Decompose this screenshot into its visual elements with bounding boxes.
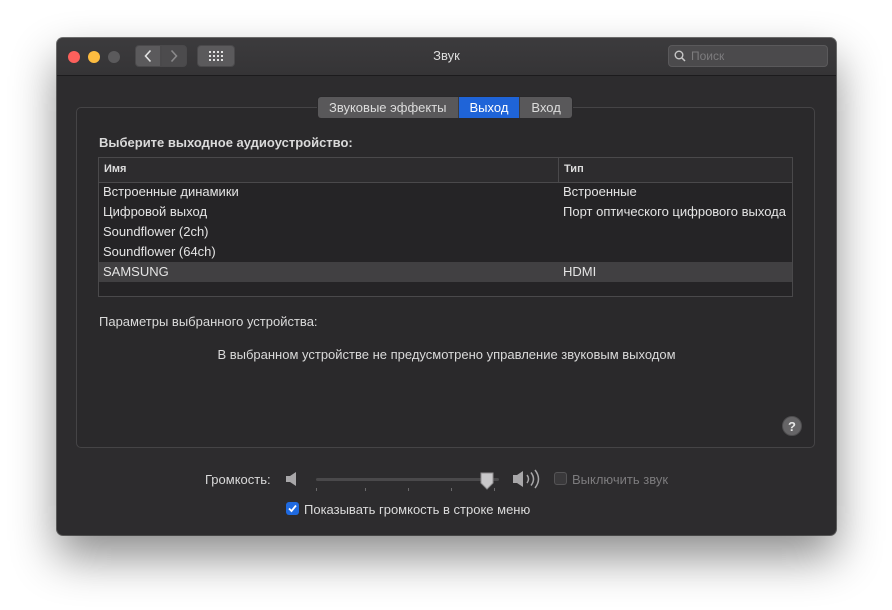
device-name: Встроенные динамики [103, 184, 239, 199]
device-name: Soundflower (2ch) [103, 224, 209, 239]
slider-tick [316, 488, 317, 491]
tab-output[interactable]: Выход [458, 97, 521, 118]
mute-checkbox[interactable] [554, 472, 567, 485]
volume-label: Громкость: [205, 472, 271, 487]
search-icon [674, 50, 686, 62]
sound-preferences-window: Звук Поиск Звуковые эффекты Выход Вход В… [57, 38, 836, 535]
no-control-message: В выбранном устройстве не предусмотрено … [217, 347, 676, 362]
table-row[interactable]: Встроенные динамики Встроенные [99, 182, 792, 202]
device-name: SAMSUNG [103, 264, 169, 279]
column-header-name[interactable]: Имя [104, 163, 126, 175]
slider-tick [408, 488, 409, 491]
tab-bar: Звуковые эффекты Выход Вход [317, 96, 573, 119]
device-type: Порт оптического цифрового выхода [563, 204, 786, 219]
speaker-high-icon [513, 469, 540, 489]
slider-tick [365, 488, 366, 491]
table-row[interactable]: Цифровой выход Порт оптического цифровог… [99, 202, 792, 222]
device-type: HDMI [563, 264, 597, 279]
show-volume-label[interactable]: Показывать громкость в строке меню [304, 502, 530, 517]
device-name: Цифровой выход [103, 204, 208, 219]
mute-label[interactable]: Выключить звук [572, 472, 668, 487]
device-list: Встроенные динамики Встроенные Цифровой … [99, 182, 792, 282]
slider-tick [451, 488, 452, 491]
slider-track [316, 478, 499, 481]
device-name: Soundflower (64ch) [103, 244, 216, 259]
table-row[interactable]: Soundflower (64ch) [99, 242, 792, 262]
slider-tick [494, 488, 495, 491]
device-params-label: Параметры выбранного устройства: [99, 314, 318, 329]
title-bar: Звук Поиск [57, 38, 836, 76]
table-row-selected[interactable]: SAMSUNG HDMI [99, 262, 792, 282]
table-header: Имя Тип [99, 158, 792, 183]
output-device-table[interactable]: Имя Тип Встроенные динамики Встроенные Ц… [98, 157, 793, 297]
checkmark-icon [288, 504, 297, 513]
search-placeholder: Поиск [691, 49, 725, 63]
table-row[interactable]: Soundflower (2ch) [99, 222, 792, 242]
column-divider[interactable] [558, 158, 559, 182]
speaker-low-icon [286, 472, 296, 486]
device-type: Встроенные [563, 184, 637, 199]
slider-thumb[interactable] [480, 472, 494, 490]
tab-input[interactable]: Вход [520, 97, 572, 118]
show-volume-checkbox[interactable] [286, 502, 299, 515]
column-header-type[interactable]: Тип [564, 163, 584, 175]
search-field[interactable]: Поиск [668, 45, 828, 67]
choose-device-label: Выберите выходное аудиоустройство: [99, 135, 353, 150]
help-icon: ? [788, 419, 796, 434]
tab-sound-effects[interactable]: Звуковые эффекты [318, 97, 459, 118]
help-button[interactable]: ? [782, 416, 802, 436]
volume-slider[interactable] [316, 472, 499, 491]
